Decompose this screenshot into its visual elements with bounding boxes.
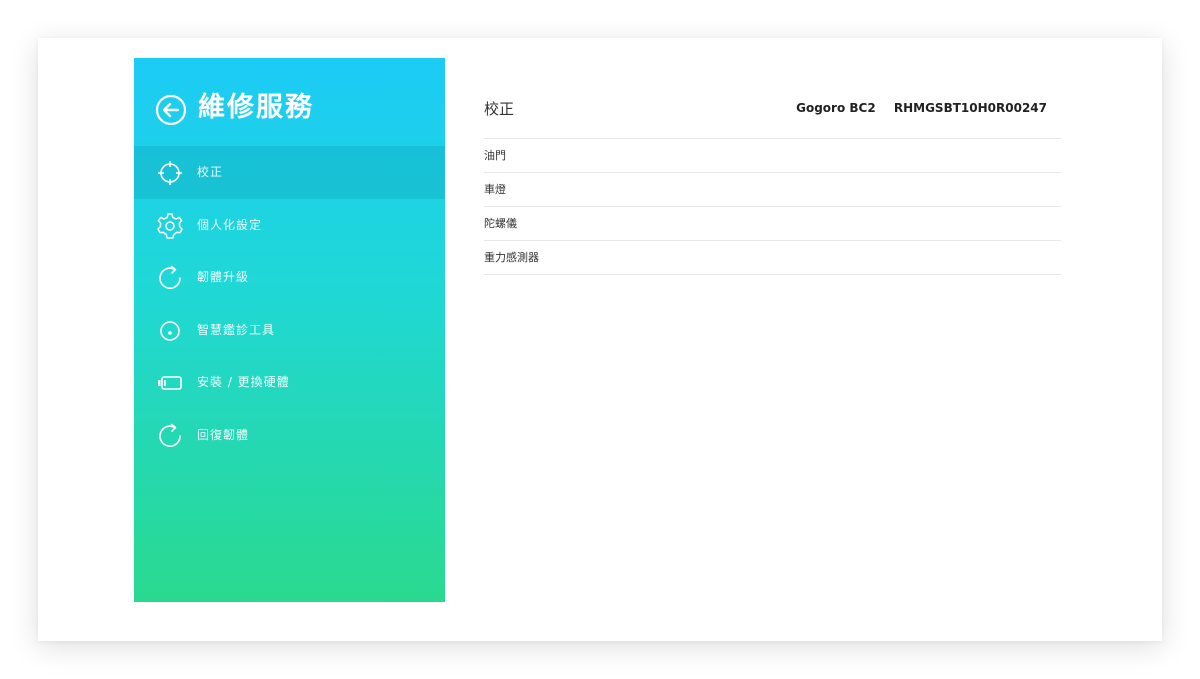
list-item-gyroscope[interactable]: 陀螺儀 — [484, 207, 1061, 241]
list-item-gravity-sensor[interactable]: 重力感測器 — [484, 241, 1061, 275]
list-item-label: 油門 — [484, 149, 506, 162]
sidebar-item-personalization[interactable]: 個人化設定 — [134, 199, 445, 252]
list-item-label: 重力感測器 — [484, 251, 539, 264]
device-model: Gogoro BC2 — [796, 101, 876, 115]
battery-icon — [158, 376, 182, 390]
sidebar-item-install-hardware[interactable]: 安裝 / 更換硬體 — [134, 356, 445, 409]
sidebar-item-firmware-upgrade[interactable]: 韌體升級 — [134, 251, 445, 304]
list-item-label: 車燈 — [484, 183, 506, 196]
crosshair-icon — [158, 161, 182, 185]
sidebar-item-restore-firmware[interactable]: 回復韌體 — [134, 409, 445, 462]
sidebar-header: 維修服務 — [134, 58, 445, 146]
list-item-label: 陀螺儀 — [484, 217, 517, 230]
list-item-lights[interactable]: 車燈 — [484, 173, 1061, 207]
sidebar-title: 維修服務 — [198, 92, 314, 123]
content-header: 校正 Gogoro BC2 RHMGSBT10H0R00247 — [484, 80, 1061, 139]
sidebar-item-label: 校正 — [197, 165, 224, 179]
diagnostic-icon — [160, 320, 180, 341]
device-serial: RHMGSBT10H0R00247 — [893, 101, 1047, 115]
page-title: 校正 — [484, 100, 515, 118]
main-content: 校正 Gogoro BC2 RHMGSBT10H0R00247 油門 車燈 陀螺… — [484, 80, 1061, 275]
sidebar-item-smart-diagnosis[interactable]: 智慧鑑診工具 — [134, 304, 445, 357]
refresh-icon — [159, 423, 181, 447]
sidebar: 維修服務 校正 個人化設定 韌體升級 智慧鑑診工具 安裝 / 更換硬體 回復韌體 — [134, 58, 445, 602]
sidebar-item-label: 韌體升級 — [197, 270, 250, 284]
sidebar-item-label: 安裝 / 更換硬體 — [197, 375, 290, 389]
gear-icon — [157, 212, 183, 239]
sidebar-nav: 校正 個人化設定 韌體升級 智慧鑑診工具 安裝 / 更換硬體 回復韌體 — [134, 146, 445, 461]
sidebar-item-label: 個人化設定 — [197, 217, 263, 232]
refresh-icon — [159, 265, 181, 289]
sidebar-item-label: 智慧鑑診工具 — [197, 322, 276, 337]
sidebar-item-label: 回復韌體 — [197, 427, 250, 442]
list-item-throttle[interactable]: 油門 — [484, 139, 1061, 173]
device-info: Gogoro BC2 RHMGSBT10H0R00247 — [796, 98, 1047, 118]
sidebar-item-calibration[interactable]: 校正 — [134, 146, 445, 199]
back-arrow-icon[interactable] — [154, 93, 188, 127]
app-window: 維修服務 校正 個人化設定 韌體升級 智慧鑑診工具 安裝 / 更換硬體 回復韌體… — [38, 38, 1162, 641]
